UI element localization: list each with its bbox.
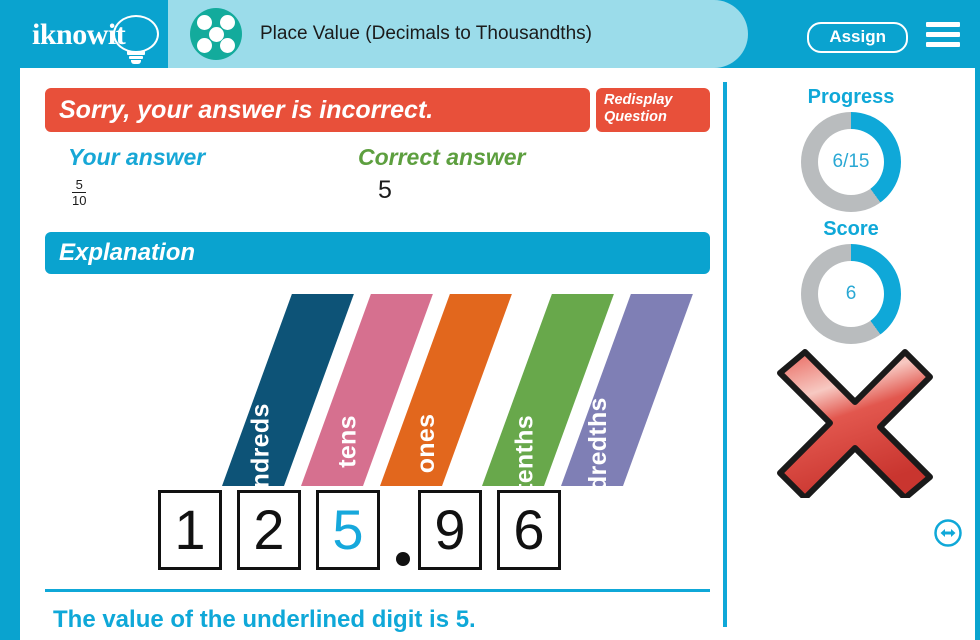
explanation-conclusion: The value of the underlined digit is 5.	[53, 606, 476, 633]
digit-box: 2	[237, 490, 301, 570]
digit-box: 6	[497, 490, 561, 570]
app-header: iknowit Place Value (Decimals to Thousan…	[0, 0, 980, 68]
correct-answer-label: Correct answer	[358, 144, 526, 170]
digit-box: 9	[418, 490, 482, 570]
divider-rule	[45, 589, 710, 592]
progress-value: 6/15	[818, 129, 884, 195]
progress-label: Progress	[807, 86, 895, 108]
lightbulb-icon	[113, 15, 159, 53]
explanation-heading: Explanation	[59, 239, 196, 266]
score-label: Score	[823, 218, 879, 240]
score-donut: 6	[801, 244, 901, 344]
digit-box: 1	[158, 490, 222, 570]
correct-answer-value: 5	[378, 176, 392, 204]
next-arrow-icon[interactable]	[933, 518, 963, 548]
place-banner-label: ones	[411, 413, 440, 474]
main-content: Sorry, your answer is incorrect. Redispl…	[20, 68, 723, 640]
place-value-diagram: hundreds tens ones tenths hundredths 1 2…	[130, 294, 693, 594]
place-value-banners: hundreds tens ones tenths hundredths	[130, 294, 693, 538]
app-window: iknowit Place Value (Decimals to Thousan…	[0, 0, 980, 640]
iknowit-logo[interactable]: iknowit	[24, 10, 174, 64]
fraction-denominator: 10	[72, 192, 87, 208]
your-answer-label: Your answer	[68, 144, 206, 170]
your-answer-value: 5 10	[72, 177, 87, 208]
sidebar: Progress 6/15 Score 6	[727, 68, 975, 640]
answers-section: Your answer 5 10 Correct answer 5	[45, 144, 710, 208]
page-title: Place Value (Decimals to Thousandths)	[260, 23, 592, 44]
five-dot-circle-icon	[190, 8, 242, 60]
content-frame: Sorry, your answer is incorrect. Redispl…	[20, 68, 975, 640]
decimal-point	[396, 552, 410, 566]
logo-text: iknowit	[32, 18, 126, 51]
red-x-mark-icon	[777, 349, 933, 498]
fraction-numerator: 5	[75, 177, 83, 192]
feedback-banner: Sorry, your answer is incorrect.	[45, 88, 590, 132]
redisplay-question-button[interactable]: Redisplay Question	[596, 88, 710, 132]
place-value-digits: 1 2 5 9 6	[158, 490, 678, 576]
progress-donut: 6/15	[801, 112, 901, 212]
lightbulb-screw	[131, 60, 141, 64]
lightbulb-base-2	[129, 56, 143, 59]
place-banner-label: tens	[333, 415, 362, 468]
explanation-header: Explanation	[45, 232, 710, 274]
feedback-row: Sorry, your answer is incorrect. Redispl…	[45, 88, 710, 132]
assign-button[interactable]: Assign	[807, 22, 908, 53]
score-value: 6	[818, 261, 884, 327]
lesson-title-pill: Place Value (Decimals to Thousandths)	[168, 0, 748, 68]
digit-box-highlighted: 5	[316, 490, 380, 570]
lightbulb-base	[127, 51, 145, 55]
hamburger-menu-icon[interactable]	[926, 22, 960, 48]
feedback-message: Sorry, your answer is incorrect.	[59, 95, 434, 124]
place-banner-label: tenths	[510, 415, 539, 492]
